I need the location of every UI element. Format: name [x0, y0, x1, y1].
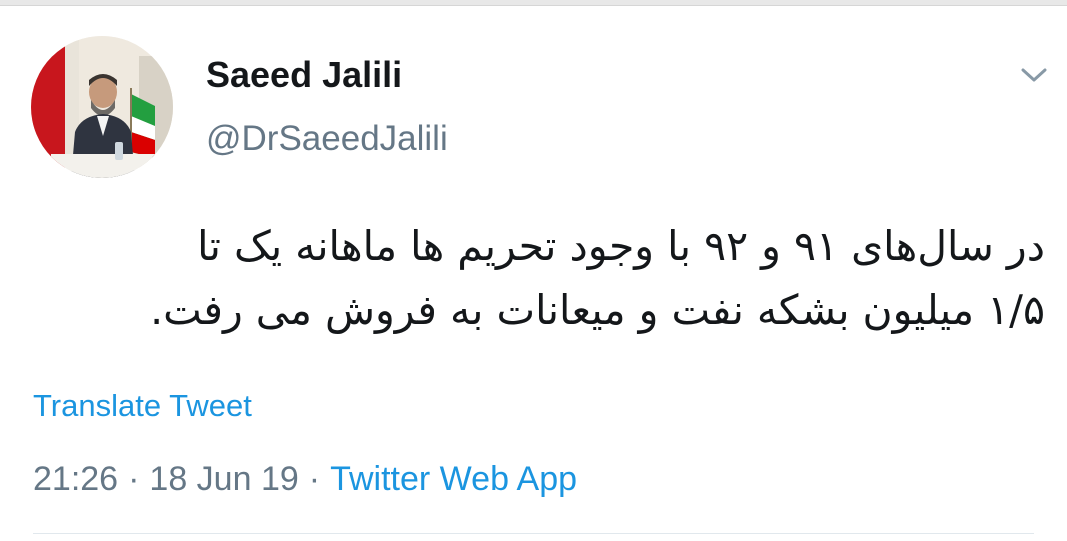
top-divider: [0, 0, 1067, 6]
tweet-menu-button[interactable]: [1014, 60, 1054, 90]
tweet-text-line: در سال‌های ۹۱ و ۹۲ با وجود تحریم ها ماها…: [197, 222, 1045, 270]
avatar[interactable]: [31, 36, 173, 178]
meta-separator: ·: [308, 460, 321, 498]
tweet-time[interactable]: 21:26: [33, 460, 118, 498]
tweet-text-line: ۱/۵ میلیون بشکه نفت و میعانات به فروش می…: [150, 286, 1045, 334]
avatar-photo: [31, 36, 173, 178]
bottom-divider: [33, 533, 1034, 534]
tweet-date[interactable]: 18 Jun 19: [149, 460, 298, 498]
tweet-text: در سال‌های ۹۱ و ۹۲ با وجود تحریم ها ماها…: [35, 214, 1045, 342]
tweet-source-link[interactable]: Twitter Web App: [330, 460, 577, 498]
display-name[interactable]: Saeed Jalili: [206, 55, 402, 95]
user-handle[interactable]: @DrSaeedJalili: [206, 119, 448, 159]
meta-separator: ·: [128, 460, 140, 498]
tweet-meta: 21:26 · 18 Jun 19 · Twitter Web App: [33, 459, 577, 499]
chevron-down-icon: [1021, 68, 1047, 82]
translate-tweet-link[interactable]: Translate Tweet: [33, 387, 252, 425]
